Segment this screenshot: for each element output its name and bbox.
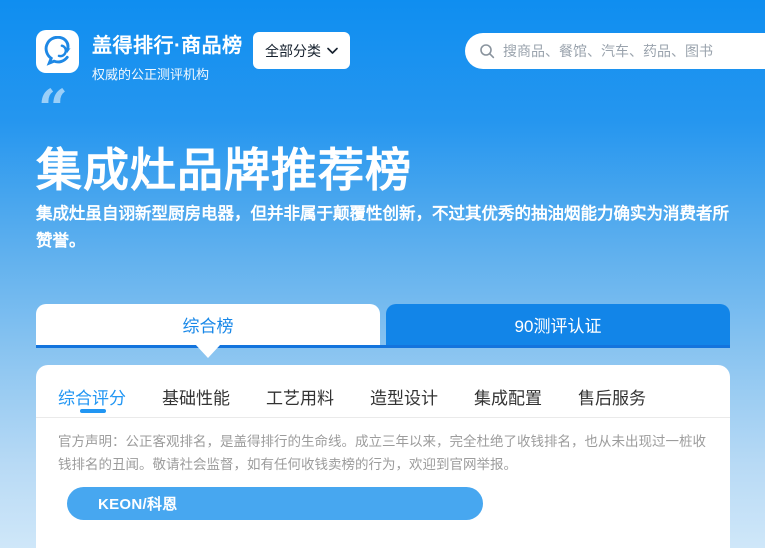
all-categories-button[interactable]: 全部分类	[253, 32, 350, 69]
subtab-integration[interactable]: 集成配置	[474, 384, 542, 409]
search-box	[465, 33, 765, 69]
site-logo[interactable]	[36, 30, 79, 73]
subtab-materials[interactable]: 工艺用料	[266, 384, 334, 409]
ranking-item-label: KEON/科恩	[98, 493, 178, 514]
page-title: 集成灶品牌推荐榜	[36, 134, 412, 200]
active-subtab-underline	[80, 409, 106, 413]
tab-overall-ranking-label: 综合榜	[183, 312, 234, 337]
subtab-divider	[36, 417, 730, 418]
official-disclaimer: 官方声明：公正客观排名，是盖得排行的生命线。成立三年以来，完全杜绝了收钱排名，也…	[58, 431, 706, 476]
tab-bar	[36, 345, 730, 348]
subtab-nav: 综合评分 基础性能 工艺用料 造型设计 集成配置 售后服务	[58, 384, 646, 409]
brand-text: 盖得排行·商品榜 权威的公正测评机构	[92, 29, 243, 83]
active-tab-pointer	[195, 344, 221, 358]
search-icon	[479, 43, 495, 59]
lion-icon	[42, 36, 73, 67]
subtab-after-sales[interactable]: 售后服务	[578, 384, 646, 409]
subtab-basic-performance[interactable]: 基础性能	[162, 384, 230, 409]
page: 盖得排行·商品榜 权威的公正测评机构 全部分类 “ 集成灶品牌推荐榜 集成灶虽自…	[0, 0, 765, 548]
site-subtitle: 权威的公正测评机构	[92, 64, 243, 83]
quote-icon: “	[38, 84, 68, 136]
ranking-item-keon[interactable]: KEON/科恩	[67, 487, 483, 520]
tab-90-certification-label: 90测评认证	[515, 312, 602, 337]
tab-overall-ranking[interactable]: 综合榜	[36, 304, 380, 345]
chevron-down-icon	[327, 47, 338, 55]
site-title: 盖得排行·商品榜	[92, 29, 243, 58]
subtab-design[interactable]: 造型设计	[370, 384, 438, 409]
search-input[interactable]	[503, 43, 765, 59]
content-panel: 综合评分 基础性能 工艺用料 造型设计 集成配置 售后服务 官方声明：公正客观排…	[36, 365, 730, 548]
subtab-overall-score[interactable]: 综合评分	[58, 384, 126, 409]
tab-90-certification[interactable]: 90测评认证	[386, 304, 730, 345]
page-description: 集成灶虽自诩新型厨房电器，但并非属于颠覆性创新，不过其优秀的抽油烟能力确实为消费…	[36, 201, 742, 254]
all-categories-label: 全部分类	[265, 41, 321, 61]
